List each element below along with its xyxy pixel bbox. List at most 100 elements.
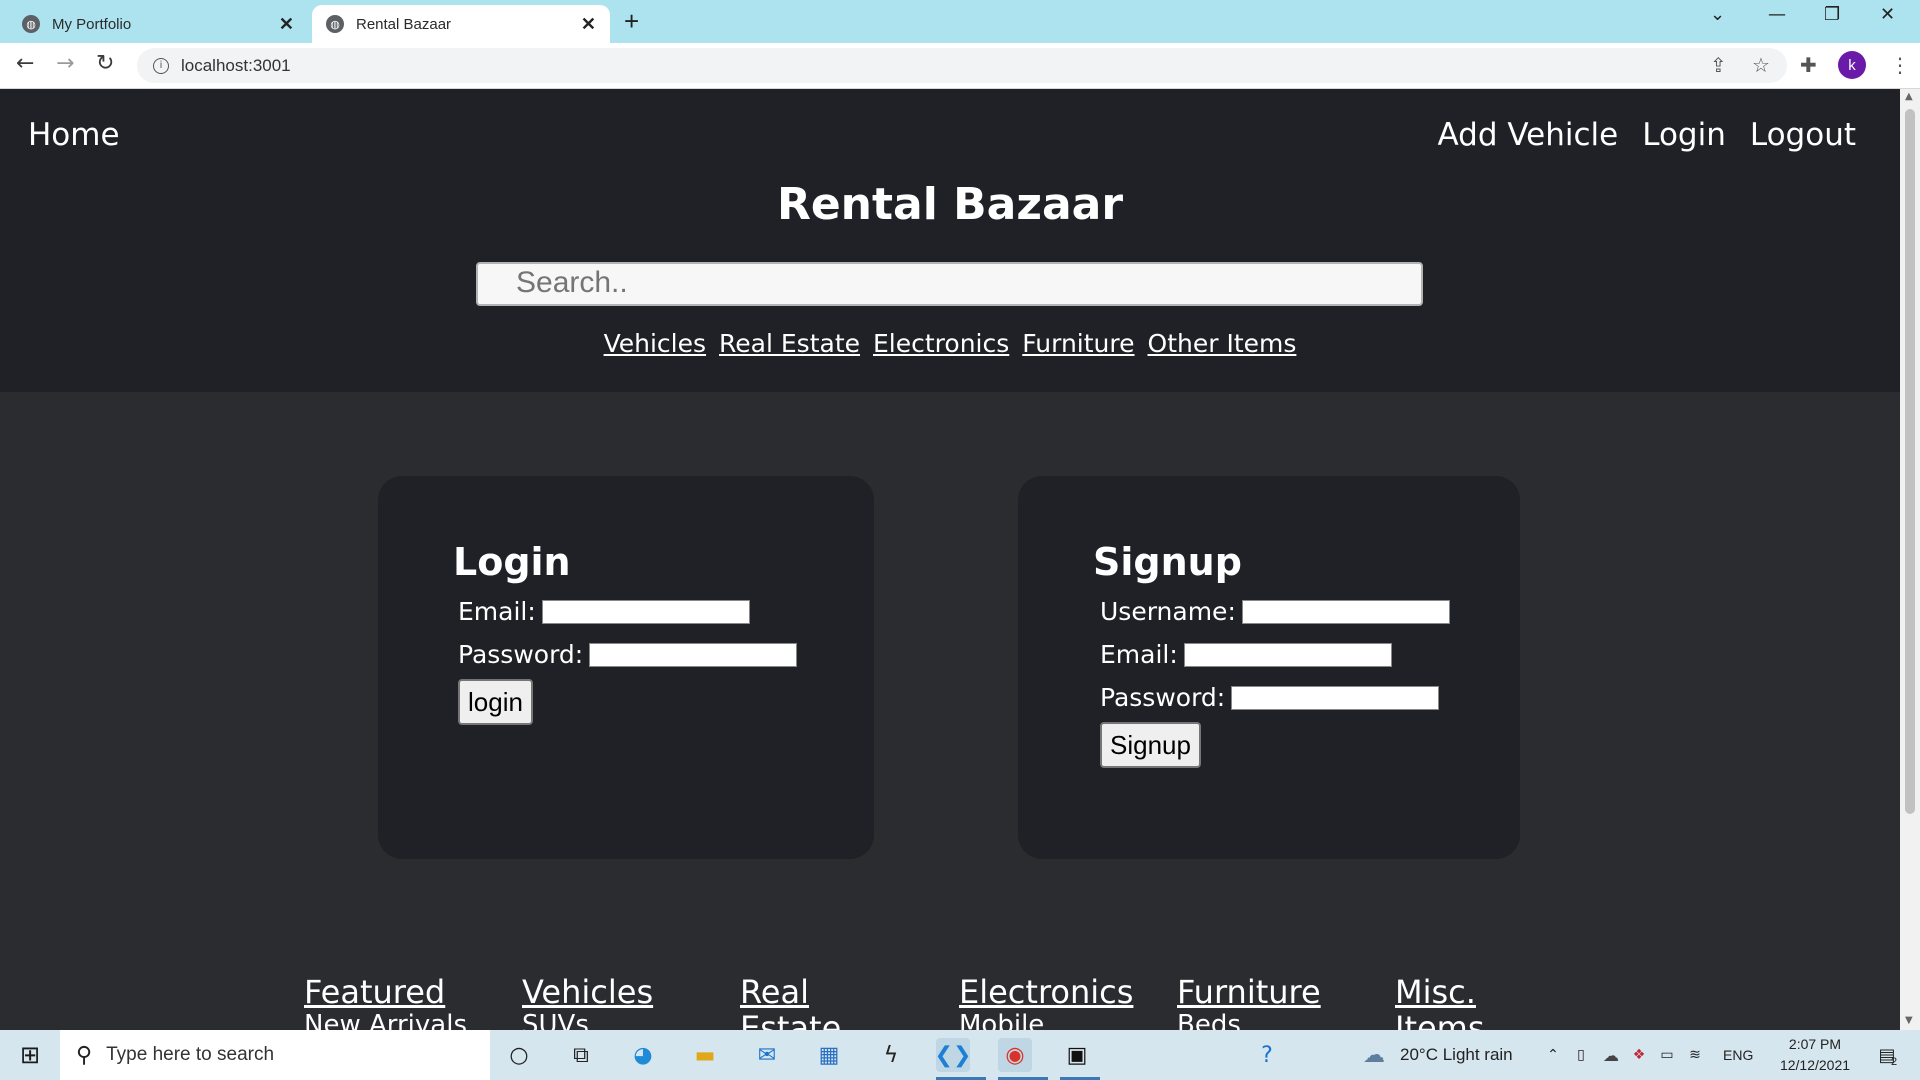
address-bar[interactable]: i localhost:3001 — [137, 48, 1787, 83]
category-real-estate-link[interactable]: Real Estate — [719, 329, 860, 358]
reload-icon[interactable]: ↻ — [96, 51, 114, 76]
lightning-app-icon[interactable]: ϟ — [874, 1038, 908, 1072]
globe-icon: ◍ — [326, 15, 344, 33]
taskbar-search[interactable]: ⚲ Type here to search — [60, 1030, 490, 1080]
menu-kebab-icon[interactable]: ⋮ — [1890, 53, 1910, 77]
help-icon[interactable]: ? — [1250, 1038, 1284, 1072]
weather-text[interactable]: 20°C Light rain — [1400, 1045, 1513, 1065]
task-view-icon[interactable]: ⧉ — [564, 1038, 598, 1072]
wifi-icon[interactable]: ≋ — [1678, 1038, 1712, 1072]
signup-email-row: Email: — [1100, 640, 1392, 669]
mail-icon[interactable]: ✉ — [750, 1038, 784, 1072]
forward-arrow-icon[interactable]: → — [56, 51, 74, 76]
signup-title: Signup — [1093, 540, 1242, 584]
signup-button[interactable]: Signup — [1100, 722, 1201, 768]
search-input[interactable]: Search.. — [476, 262, 1423, 306]
nav-add-vehicle-link[interactable]: Add Vehicle — [1437, 117, 1618, 153]
scroll-down-icon[interactable]: ▼ — [1905, 1015, 1913, 1026]
windows-taskbar: ⊞ ⚲ Type here to search ○ ⧉ ◕ ▬ ✉ ▦ ϟ ❮❯… — [0, 1030, 1920, 1080]
profile-avatar[interactable]: k — [1838, 51, 1866, 79]
login-password-field[interactable] — [589, 642, 798, 667]
info-icon[interactable]: i — [153, 57, 169, 74]
category-furniture-link[interactable]: Furniture — [1022, 329, 1134, 358]
site-title: Rental Bazaar — [776, 179, 1124, 230]
vscode-icon[interactable]: ❮❯ — [935, 1038, 971, 1072]
password-label: Password: — [458, 640, 584, 669]
category-vehicles-link[interactable]: Vehicles — [604, 329, 706, 358]
category-other-items-link[interactable]: Other Items — [1148, 329, 1297, 358]
page-scrollbar[interactable]: ▲ ▼ — [1900, 89, 1920, 1030]
login-title: Login — [453, 540, 571, 584]
email-label: Email: — [1100, 640, 1178, 669]
nav-right: Add Vehicle Login Logout — [1437, 117, 1856, 153]
signup-password-field[interactable] — [1231, 685, 1440, 710]
scrollbar-thumb[interactable] — [1905, 109, 1915, 814]
username-label: Username: — [1100, 597, 1236, 626]
footer-heading[interactable]: Featured — [304, 974, 504, 1010]
browser-tab-strip: ◍ My Portfolio ✕ ◍ Rental Bazaar ✕ + ⌄ —… — [0, 0, 1920, 43]
close-tab-icon[interactable]: ✕ — [279, 14, 294, 35]
tab-my-portfolio[interactable]: ◍ My Portfolio ✕ — [8, 5, 308, 43]
search-icon: ⚲ — [76, 1042, 93, 1067]
signup-email-field[interactable] — [1183, 642, 1392, 667]
edge-icon[interactable]: ◕ — [626, 1038, 660, 1072]
restore-icon[interactable]: ❐ — [1824, 4, 1840, 25]
footer-link[interactable]: Mobile — [959, 1010, 1159, 1030]
footer-heading[interactable]: Real Estate — [740, 974, 841, 1030]
login-email-field[interactable] — [541, 599, 750, 624]
signup-username-field[interactable] — [1241, 599, 1450, 624]
category-links: Vehicles Real Estate Electronics Furnitu… — [0, 329, 1900, 358]
extensions-icon[interactable]: ✚ — [1800, 53, 1817, 77]
login-card: Login Email: Password: login — [378, 476, 874, 859]
footer-col-misc: Misc. Items — [1395, 974, 1495, 1030]
tab-rental-bazaar[interactable]: ◍ Rental Bazaar ✕ — [312, 5, 610, 43]
footer-link[interactable]: New Arrivals — [304, 1010, 504, 1030]
back-arrow-icon[interactable]: ← — [16, 51, 34, 76]
signup-password-row: Password: — [1100, 683, 1440, 712]
close-window-icon[interactable]: ✕ — [1880, 4, 1895, 25]
taskbar-search-placeholder: Type here to search — [106, 1044, 275, 1065]
login-email-row: Email: — [458, 597, 750, 626]
nav-login-link[interactable]: Login — [1642, 117, 1726, 153]
tray-device-icon[interactable]: ▯ — [1564, 1038, 1598, 1072]
bookmark-star-icon[interactable]: ☆ — [1752, 53, 1770, 77]
login-button[interactable]: login — [458, 679, 533, 725]
footer-col-real-estate: Real Estate — [740, 974, 841, 1030]
footer-link[interactable]: SUVs — [522, 1010, 722, 1030]
site-header: Home Add Vehicle Login Logout Rental Baz… — [0, 89, 1900, 392]
chrome-icon[interactable]: ◉ — [998, 1038, 1032, 1072]
globe-icon: ◍ — [22, 15, 40, 33]
footer-heading[interactable]: Electronics — [959, 974, 1159, 1010]
new-tab-button[interactable]: + — [624, 6, 639, 37]
terminal-icon[interactable]: ▣ — [1060, 1038, 1094, 1072]
cortana-icon[interactable]: ○ — [502, 1038, 536, 1072]
footer-col-vehicles: Vehicles SUVs — [522, 974, 722, 1030]
share-icon[interactable]: ⇪ — [1710, 53, 1727, 77]
password-label: Password: — [1100, 683, 1226, 712]
tab-title: My Portfolio — [52, 15, 132, 33]
close-tab-icon[interactable]: ✕ — [581, 14, 596, 35]
tab-search-icon[interactable]: ⌄ — [1710, 4, 1725, 25]
language-indicator[interactable]: ENG — [1723, 1047, 1753, 1063]
clock-date[interactable]: 12/12/2021 — [1767, 1057, 1863, 1073]
footer-heading[interactable]: Vehicles — [522, 974, 722, 1010]
email-label: Email: — [458, 597, 536, 626]
footer-col-featured: Featured New Arrivals — [304, 974, 504, 1030]
nav-home-link[interactable]: Home — [28, 117, 120, 153]
category-electronics-link[interactable]: Electronics — [873, 329, 1009, 358]
store-icon[interactable]: ▦ — [812, 1038, 846, 1072]
notification-count: 2 — [1891, 1056, 1898, 1068]
scroll-up-icon[interactable]: ▲ — [1905, 91, 1913, 102]
login-password-row: Password: — [458, 640, 798, 669]
file-explorer-icon[interactable]: ▬ — [688, 1038, 722, 1072]
footer-heading[interactable]: Misc. Items — [1395, 974, 1495, 1030]
footer-col-furniture: Furniture Beds — [1177, 974, 1377, 1030]
minimize-icon[interactable]: — — [1768, 4, 1786, 25]
footer-col-electronics: Electronics Mobile — [959, 974, 1159, 1030]
footer-heading[interactable]: Furniture — [1177, 974, 1377, 1010]
notifications-icon[interactable]: ▤ — [1870, 1038, 1904, 1072]
clock-time[interactable]: 2:07 PM — [1777, 1036, 1853, 1052]
windows-start-icon[interactable]: ⊞ — [13, 1038, 47, 1072]
footer-link[interactable]: Beds — [1177, 1010, 1377, 1030]
nav-logout-link[interactable]: Logout — [1750, 117, 1856, 153]
